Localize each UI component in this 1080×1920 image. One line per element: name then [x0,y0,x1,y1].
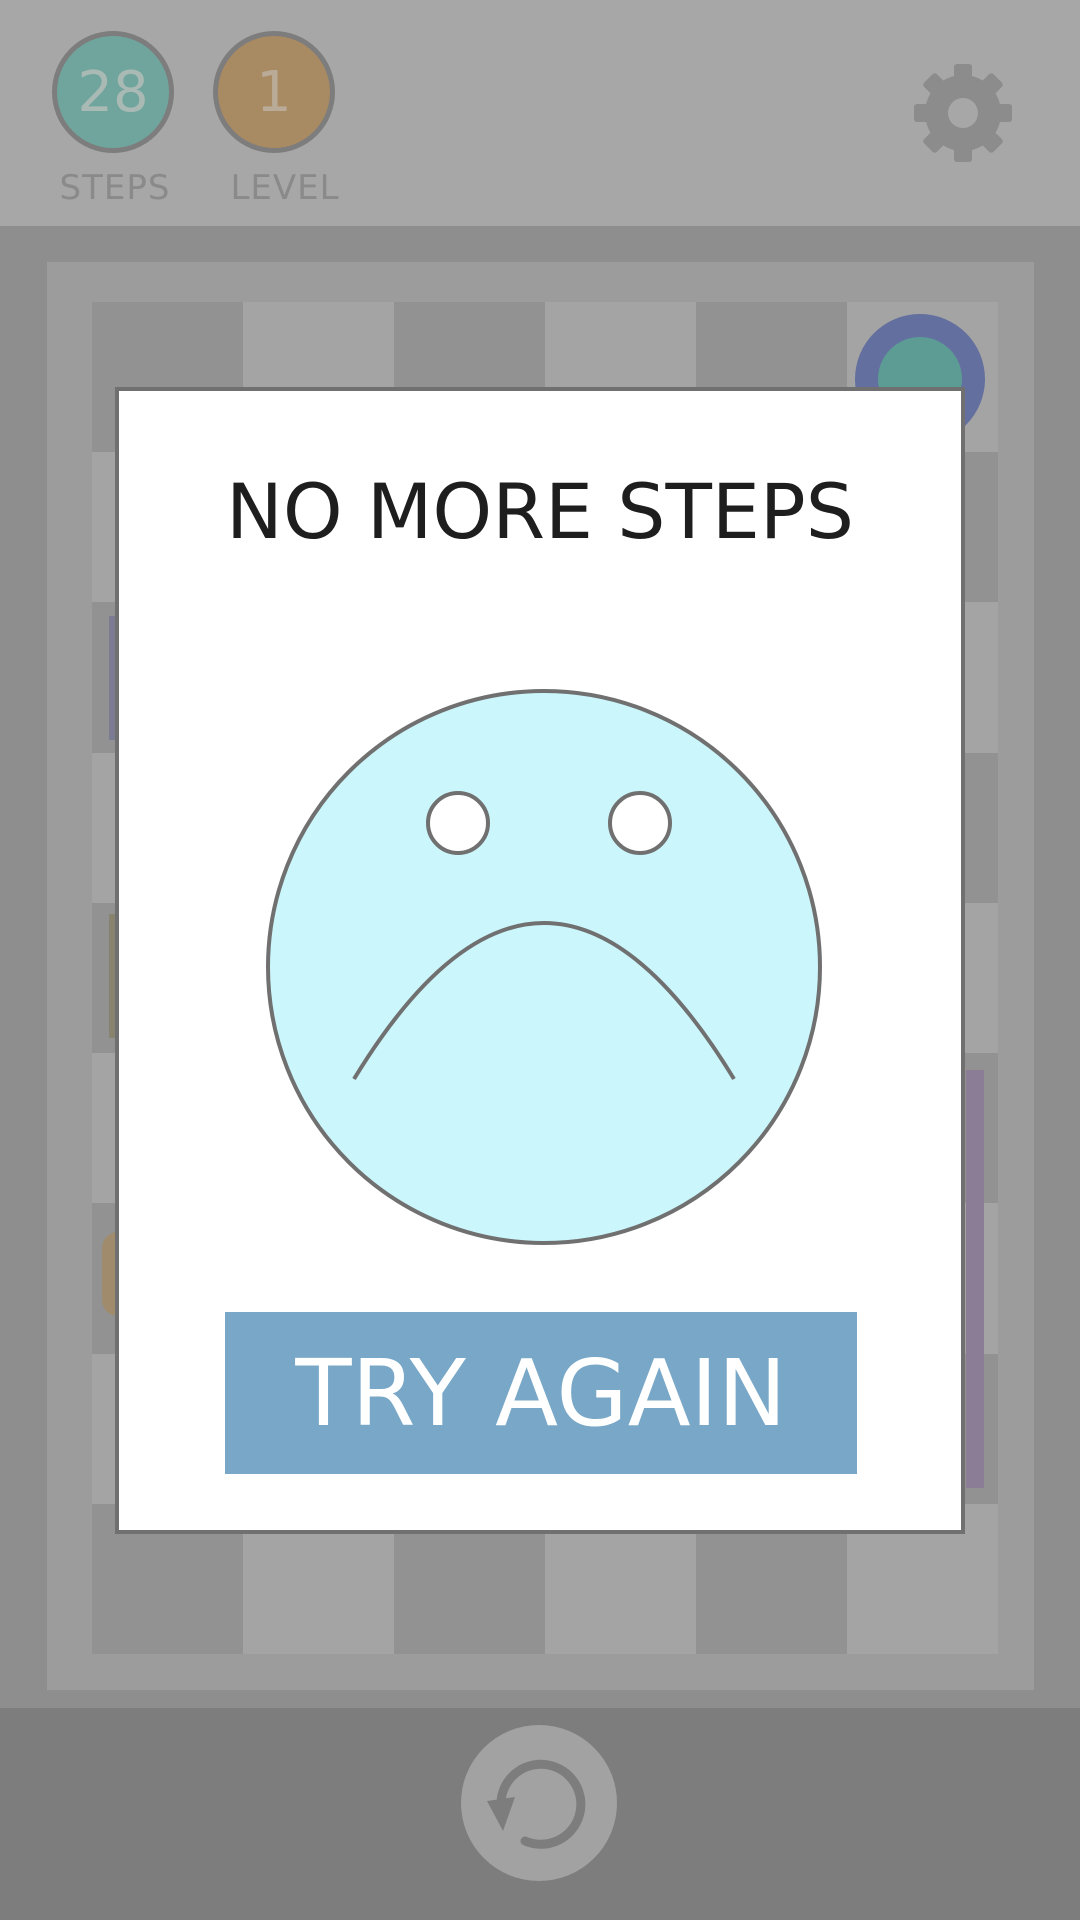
gear-icon [914,64,1012,162]
restart-icon [461,1725,617,1881]
sad-face-icon [266,689,822,1245]
try-again-button[interactable]: TRY AGAIN [225,1312,857,1474]
game-over-dialog: NO MORE STEPS TRY AGAIN [115,387,965,1534]
steps-label: STEPS [59,168,171,208]
wall-segment [966,1070,984,1488]
level-label: LEVEL [230,168,340,208]
restart-button[interactable] [459,1723,619,1883]
steps-counter: 28 [52,31,174,153]
game-screen: 28 1 STEPS LEVEL NO MORE STEPS TRY AGAIN [0,0,1080,1920]
settings-button[interactable] [910,60,1016,166]
dialog-title: NO MORE STEPS [226,467,854,556]
header-bar: 28 1 STEPS LEVEL [0,0,1080,226]
level-counter: 1 [213,31,335,153]
